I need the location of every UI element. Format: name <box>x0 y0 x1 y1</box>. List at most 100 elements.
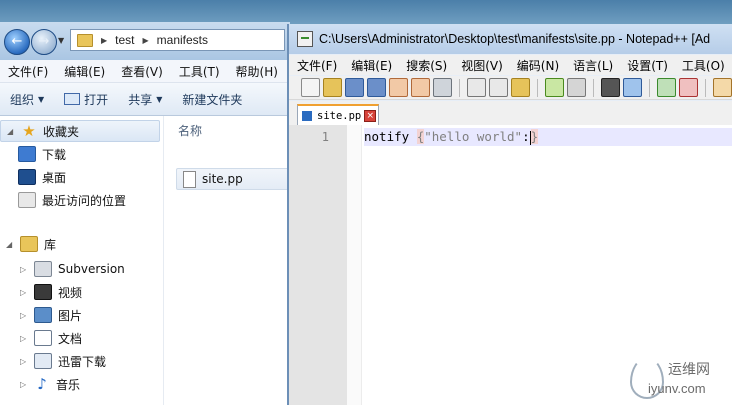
cut-icon[interactable] <box>467 78 486 97</box>
collapse-arrow-icon[interactable]: ◢ <box>6 240 16 249</box>
expand-arrow-icon[interactable]: ▷ <box>20 334 30 343</box>
new-file-icon[interactable] <box>301 78 320 97</box>
collapse-arrow-icon[interactable]: ◢ <box>7 127 17 136</box>
sidebar-item-label: 迅雷下载 <box>58 354 107 369</box>
close-file-icon[interactable] <box>389 78 408 97</box>
sidebar-item-label: 文档 <box>58 331 83 346</box>
sidebar-item-label: 桌面 <box>42 170 67 185</box>
sync-scroll-icon[interactable] <box>713 78 732 97</box>
picture-library-icon <box>34 307 52 323</box>
download-folder-icon <box>18 146 36 162</box>
menu-tools[interactable]: 工具(T) <box>171 63 228 80</box>
address-bar-area: ← → ▼ ▶ test ▶ manifests <box>0 22 290 60</box>
chevron-right-icon[interactable]: ▶ <box>143 36 149 45</box>
code-colon: : <box>522 129 530 144</box>
back-button[interactable]: ← <box>4 29 30 55</box>
organize-label: 组织 <box>10 92 35 107</box>
sidebar-item-documents[interactable]: ▷ 文档 <box>0 327 172 349</box>
navigation-pane: ◢ ★ 收藏夹 下载 桌面 最近访问的位置 ◢ 库 ▷ Subversion ▷ <box>0 116 162 405</box>
menu-language[interactable]: 语言(L) <box>565 57 619 74</box>
breadcrumb-manifests[interactable]: manifests <box>157 33 208 47</box>
chevron-right-icon[interactable]: ▶ <box>101 36 107 45</box>
command-bar: 组织 ▼ 打开 共享 ▼ 新建文件夹 <box>0 83 290 116</box>
recent-pages-dropdown-icon[interactable]: ▼ <box>58 36 64 45</box>
chevron-down-icon: ▼ <box>38 94 45 104</box>
sidebar-item-libraries[interactable]: ◢ 库 <box>0 233 160 255</box>
menu-encoding[interactable]: 编码(N) <box>509 57 565 74</box>
menu-view[interactable]: 查看(V) <box>113 63 171 80</box>
line-number: 1 <box>321 130 329 144</box>
share-button[interactable]: 共享 ▼ <box>118 91 172 108</box>
video-library-icon <box>34 284 52 300</box>
sidebar-item-label: 图片 <box>58 308 83 323</box>
sidebar-item-xunlei[interactable]: ▷ 迅雷下载 <box>0 350 172 372</box>
menu-help[interactable]: 帮助(H) <box>228 63 286 80</box>
save-all-icon[interactable] <box>367 78 386 97</box>
notepad-app-icon <box>297 31 313 47</box>
menu-settings[interactable]: 设置(T) <box>619 57 674 74</box>
find-icon[interactable] <box>601 78 620 97</box>
sidebar-item-favorites[interactable]: ◢ ★ 收藏夹 <box>0 120 160 142</box>
expand-arrow-icon[interactable]: ▷ <box>20 288 30 297</box>
recent-places-icon <box>18 192 36 208</box>
menu-search[interactable]: 搜索(S) <box>398 57 453 74</box>
sidebar-item-recent[interactable]: 最近访问的位置 <box>0 189 174 211</box>
share-label: 共享 <box>128 92 153 107</box>
notepadpp-window: C:\Users\Administrator\Desktop\test\mani… <box>287 24 732 405</box>
column-header-name[interactable]: 名称 <box>178 122 202 139</box>
new-folder-button[interactable]: 新建文件夹 <box>172 91 252 108</box>
redo-icon[interactable] <box>567 78 586 97</box>
paste-icon[interactable] <box>511 78 530 97</box>
sidebar-item-music[interactable]: ▷ ♪ 音乐 <box>0 373 172 395</box>
sidebar-item-label: 收藏夹 <box>43 124 80 139</box>
code-keyword: notify <box>364 129 410 144</box>
title-bar[interactable]: C:\Users\Administrator\Desktop\test\mani… <box>289 24 732 54</box>
address-box[interactable]: ▶ test ▶ manifests <box>70 29 285 51</box>
sidebar-item-subversion[interactable]: ▷ Subversion <box>0 258 172 280</box>
watermark-domain: iyunv.com <box>648 381 706 396</box>
undo-icon[interactable] <box>545 78 564 97</box>
file-item[interactable]: site.pp <box>176 168 291 190</box>
expand-arrow-icon[interactable]: ▷ <box>20 311 30 320</box>
saved-file-icon <box>302 110 312 121</box>
menu-edit[interactable]: 编辑(E) <box>343 57 398 74</box>
toolbar-divider <box>593 78 594 97</box>
sidebar-item-videos[interactable]: ▷ 视频 <box>0 281 172 303</box>
sidebar-item-pictures[interactable]: ▷ 图片 <box>0 304 172 326</box>
line-number-gutter: 1 <box>289 125 347 405</box>
zoom-out-icon[interactable] <box>679 78 698 97</box>
menu-file[interactable]: 文件(F) <box>289 57 343 74</box>
expand-arrow-icon[interactable]: ▷ <box>20 265 30 274</box>
fold-margin <box>347 125 362 405</box>
code-line[interactable]: notify {"hello world":} <box>364 128 732 146</box>
sidebar-item-label: 下载 <box>42 147 67 162</box>
library-icon <box>20 236 38 252</box>
menu-file[interactable]: 文件(F) <box>0 63 56 80</box>
menu-edit[interactable]: 编辑(E) <box>56 63 113 80</box>
menu-view[interactable]: 视图(V) <box>453 57 509 74</box>
organize-button[interactable]: 组织 ▼ <box>0 91 54 108</box>
open-button[interactable]: 打开 <box>54 91 118 108</box>
sidebar-item-label: 音乐 <box>56 377 81 392</box>
close-icon[interactable]: × <box>364 109 377 122</box>
expand-arrow-icon[interactable]: ▷ <box>20 357 30 366</box>
expand-arrow-icon[interactable]: ▷ <box>20 380 30 389</box>
replace-icon[interactable] <box>623 78 642 97</box>
close-all-icon[interactable] <box>411 78 430 97</box>
explorer-menu-bar: 文件(F) 编辑(E) 查看(V) 工具(T) 帮助(H) <box>0 60 290 83</box>
new-folder-label: 新建文件夹 <box>182 92 243 107</box>
sidebar-item-downloads[interactable]: 下载 <box>0 143 174 165</box>
copy-icon[interactable] <box>489 78 508 97</box>
zoom-in-icon[interactable] <box>657 78 676 97</box>
tab-site-pp[interactable]: site.pp × <box>297 104 379 125</box>
breadcrumb-test[interactable]: test <box>115 33 134 47</box>
open-file-icon[interactable] <box>323 78 342 97</box>
print-icon[interactable] <box>433 78 452 97</box>
menu-tools[interactable]: 工具(O) <box>674 57 731 74</box>
forward-button[interactable]: → <box>31 29 57 55</box>
save-icon[interactable] <box>345 78 364 97</box>
file-list-pane: 名称 site.pp <box>163 116 291 405</box>
sidebar-item-desktop[interactable]: 桌面 <box>0 166 174 188</box>
code-string: "hello world" <box>424 129 523 144</box>
subversion-library-icon <box>34 261 52 277</box>
